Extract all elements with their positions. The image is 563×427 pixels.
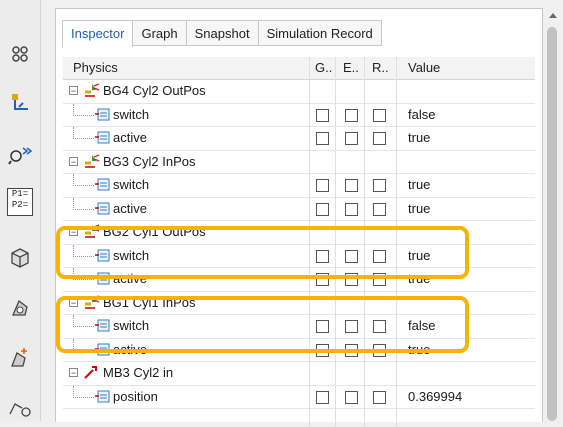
- group-label: BG3 Cyl2 InPos: [103, 153, 196, 169]
- scrollbar-thumb[interactable]: [547, 27, 557, 421]
- property-value[interactable]: true: [408, 130, 430, 145]
- property-label: position: [113, 388, 158, 404]
- tab-bar: Inspector Graph Snapshot Simulation Reco…: [62, 20, 382, 47]
- property-icon: [95, 388, 111, 407]
- collapse-icon[interactable]: −: [69, 86, 78, 96]
- table-row[interactable]: active true: [63, 197, 535, 221]
- part-axis-icon[interactable]: [6, 344, 34, 372]
- tab-graph[interactable]: Graph: [133, 20, 187, 46]
- record-checkbox[interactable]: [373, 202, 386, 216]
- property-value[interactable]: 0.369994: [408, 389, 462, 404]
- group-label: BG4 Cyl2 OutPos: [103, 83, 206, 98]
- motion-icon: [83, 364, 99, 383]
- graph-checkbox[interactable]: [316, 179, 329, 192]
- graph-checkbox[interactable]: [316, 108, 329, 122]
- property-label: switch: [113, 177, 150, 192]
- table-row[interactable]: − MB3 Cyl2 in: [63, 362, 535, 386]
- table-row[interactable]: − BG4 Cyl2 OutPos: [63, 80, 535, 104]
- property-value[interactable]: true: [408, 177, 430, 192]
- property-icon: [95, 106, 111, 125]
- highlight-bg2-cyl1-outpos: [56, 226, 469, 279]
- group-label: MB3 Cyl2 in: [103, 365, 174, 380]
- tree-connector: [73, 174, 94, 186]
- graph-checkbox[interactable]: [316, 132, 329, 145]
- record-checkbox[interactable]: [373, 179, 386, 192]
- property-icon: [95, 200, 111, 219]
- table-row[interactable]: switch true: [63, 174, 535, 198]
- sensor-icon: [83, 153, 101, 172]
- column-physics[interactable]: Physics: [73, 57, 118, 79]
- sensor-icon: [83, 82, 101, 101]
- part-select-icon[interactable]: [6, 392, 34, 420]
- export-checkbox[interactable]: [345, 179, 358, 192]
- scroll-up-icon: [549, 13, 557, 18]
- table-row[interactable]: − BG3 Cyl2 InPos: [63, 151, 535, 174]
- export-checkbox[interactable]: [345, 202, 358, 216]
- zoom-icon[interactable]: [6, 140, 34, 168]
- collapse-icon[interactable]: −: [69, 368, 78, 378]
- graph-checkbox[interactable]: [316, 202, 329, 216]
- column-e[interactable]: E..: [343, 57, 359, 79]
- tree-connector: [73, 103, 94, 116]
- part-icon[interactable]: [6, 294, 34, 322]
- grid-icon[interactable]: [6, 40, 34, 68]
- record-checkbox[interactable]: [373, 390, 386, 404]
- column-r[interactable]: R..: [372, 57, 389, 79]
- table-row[interactable]: switch false: [63, 103, 535, 127]
- axis-icon[interactable]: [6, 88, 34, 116]
- graph-checkbox[interactable]: [316, 390, 329, 404]
- p1-p2-icon[interactable]: P1= P2=: [6, 188, 34, 216]
- table-row[interactable]: position 0.369994: [63, 385, 535, 409]
- cube-icon[interactable]: [6, 244, 34, 272]
- tree-connector: [73, 197, 94, 210]
- property-label: active: [113, 200, 147, 216]
- property-icon: [95, 176, 111, 195]
- property-label: switch: [113, 106, 150, 122]
- record-checkbox[interactable]: [373, 132, 386, 145]
- property-value[interactable]: false: [408, 107, 435, 122]
- tab-simulation-record[interactable]: Simulation Record: [258, 20, 382, 46]
- highlight-bg1-cyl1-inpos: [56, 296, 469, 353]
- property-value[interactable]: true: [408, 201, 430, 216]
- record-checkbox[interactable]: [373, 108, 386, 122]
- export-checkbox[interactable]: [345, 390, 358, 404]
- left-toolbar: P1= P2=: [0, 0, 41, 421]
- tab-snapshot[interactable]: Snapshot: [186, 20, 259, 46]
- column-g[interactable]: G..: [315, 57, 332, 79]
- property-icon: [95, 129, 111, 148]
- column-value[interactable]: Value: [408, 57, 440, 79]
- tree-connector: [73, 127, 94, 139]
- export-checkbox[interactable]: [345, 108, 358, 122]
- export-checkbox[interactable]: [345, 132, 358, 145]
- tree-connector: [73, 385, 94, 398]
- table-row[interactable]: active true: [63, 127, 535, 151]
- tab-inspector[interactable]: Inspector: [62, 20, 134, 47]
- grid-header: Physics G.. E.. R.. Value: [63, 57, 535, 80]
- collapse-icon[interactable]: −: [69, 156, 78, 166]
- property-label: active: [113, 130, 147, 145]
